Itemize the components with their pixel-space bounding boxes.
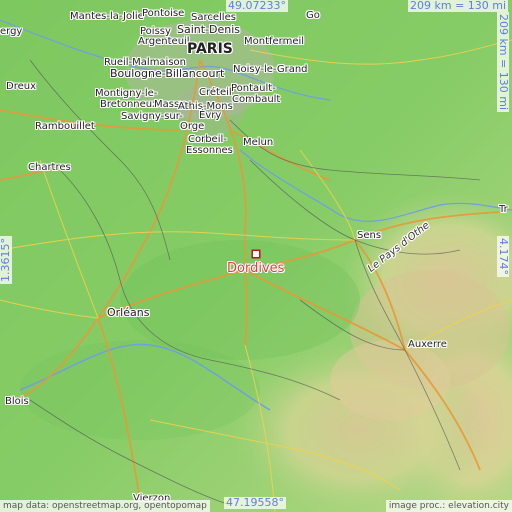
place-label-mantes: Mantes-la-Jolie — [70, 11, 144, 22]
place-label-evry: Évry — [199, 110, 222, 121]
place-label-auxerre: Auxerre — [408, 339, 447, 350]
place-label-chartres: Chartres — [28, 162, 71, 173]
place-label-paris: PARIS — [187, 41, 233, 57]
place-label-savigny: Savigny-sur- — [121, 111, 183, 122]
place-label-pontault: Pontault- — [231, 83, 276, 94]
place-label-boulogne: Boulogne-Billancourt — [110, 67, 225, 80]
place-label-pontoise: Pontoise — [142, 8, 185, 19]
place-label-orge: Orge — [180, 121, 205, 132]
place-label-rambouillet: Rambouillet — [35, 121, 95, 132]
image-proc-attribution: image proc.: elevation.city — [385, 500, 512, 512]
place-label-corbeil: Corbeil- — [188, 134, 227, 145]
vertical-scale-label: 209 km = 130 mi — [497, 12, 510, 113]
place-label-blois: Blois — [5, 396, 29, 407]
focus-place-label: Dordives — [227, 261, 285, 276]
focus-location-marker[interactable] — [252, 250, 260, 258]
place-label-argenteuil: Argenteuil — [138, 36, 190, 47]
east-longitude-label: 4.174° — [497, 236, 510, 277]
place-label-creteil: Créteil — [199, 87, 232, 98]
place-label-melun: Melun — [243, 137, 274, 148]
horizontal-scale-label: 209 km = 130 mi — [408, 0, 509, 12]
place-label-montigny: Montigny-le- — [95, 88, 158, 99]
west-longitude-label: 1.3615° — [0, 236, 12, 284]
place-label-bretonneux: Bretonneux — [100, 99, 159, 110]
south-latitude-label: 47.19558° — [224, 496, 286, 509]
place-label-ergy: ergy — [0, 26, 23, 37]
north-latitude-label: 49.07233° — [226, 0, 288, 12]
place-label-go: Go — [306, 10, 320, 21]
place-label-dreux: Dreux — [6, 81, 36, 92]
place-label-essonnes: Essonnes — [186, 145, 233, 156]
map-view[interactable]: Mantes-la-Jolie Pontoise Sarcelles Poiss… — [0, 0, 512, 512]
place-label-sarcelles: Sarcelles — [191, 12, 236, 23]
place-label-montfermeil: Montfermeil — [244, 36, 305, 47]
map-data-attribution: map data: openstreetmap.org, opentopomap — [0, 500, 210, 512]
place-label-sens: Sens — [357, 230, 382, 241]
place-label-combault: Combault — [232, 94, 281, 105]
place-label-troyes: Tr — [499, 204, 508, 215]
place-label-orleans: Orléans — [107, 306, 150, 319]
place-label-noisy: Noisy-le-Grand — [233, 64, 308, 75]
place-label-saint-denis: Saint-Denis — [177, 23, 241, 36]
